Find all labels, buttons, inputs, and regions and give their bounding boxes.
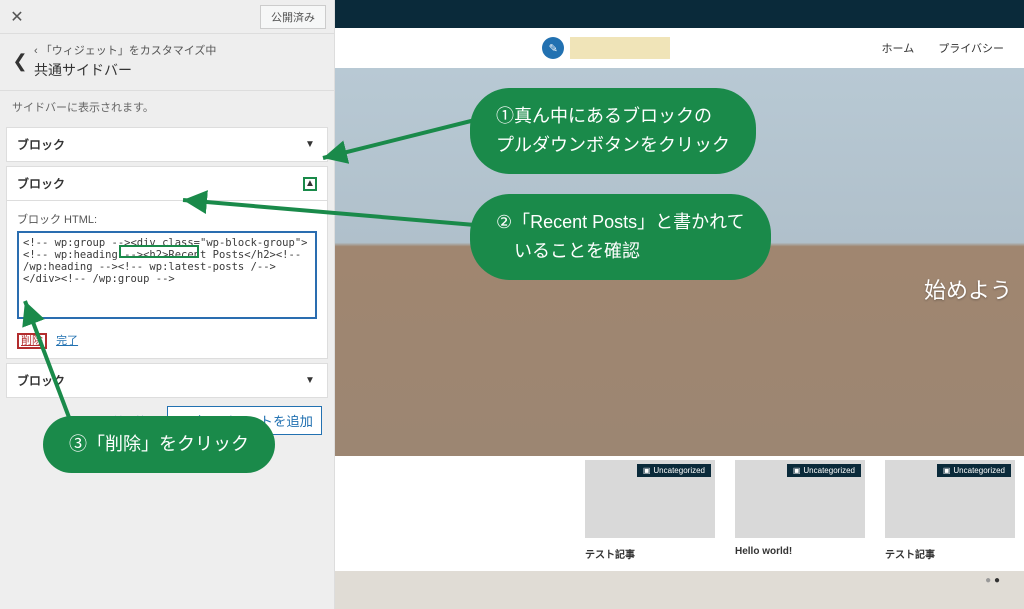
folder-icon: ▣ xyxy=(943,466,951,475)
chevron-up-icon: ▲ xyxy=(303,177,317,191)
delete-link[interactable]: 削除 xyxy=(17,333,47,349)
widget-actions: 削除 完了 xyxy=(17,332,317,348)
panel-description: サイドバーに表示されます。 xyxy=(0,91,334,123)
logo-placeholder xyxy=(570,37,670,59)
carousel-dots[interactable]: ● ● xyxy=(335,571,1024,586)
post-cards: ▣Uncategorized テスト記事 ▣Uncategorized Hell… xyxy=(335,456,1024,571)
back-icon[interactable]: ❮ xyxy=(6,47,34,75)
card-thumbnail: ▣Uncategorized xyxy=(885,460,1015,538)
nav-home[interactable]: ホーム xyxy=(882,40,915,56)
annotation-1: ①真ん中にあるブロックのプルダウンボタンをクリック xyxy=(470,88,756,174)
chevron-down-icon: ▼ xyxy=(303,374,317,388)
site-logo-area: ✎ xyxy=(355,37,858,59)
widget-label: ブロック xyxy=(17,175,65,192)
done-link[interactable]: 完了 xyxy=(56,335,78,347)
block-html-textarea[interactable] xyxy=(17,231,317,319)
category-tag: ▣Uncategorized xyxy=(937,464,1011,477)
preview-nav: ✎ ホーム プライバシー xyxy=(335,28,1024,68)
nav-privacy[interactable]: プライバシー xyxy=(938,40,1004,56)
close-icon[interactable]: ✕ xyxy=(0,0,34,34)
panel-title: 共通サイドバー xyxy=(34,60,216,80)
widget-header[interactable]: ブロック ▲ xyxy=(6,166,328,201)
customizer-sidebar: ✕ 公開済み ❮ ‹ 「ウィジェット」をカスタマイズ中 共通サイドバー サイドバ… xyxy=(0,0,335,609)
card-thumbnail: ▣Uncategorized xyxy=(585,460,715,538)
sidebar-top-row: ✕ 公開済み xyxy=(0,0,334,34)
card-thumbnail: ▣Uncategorized xyxy=(735,460,865,538)
category-tag: ▣Uncategorized xyxy=(787,464,861,477)
post-card[interactable]: ▣Uncategorized テスト記事 xyxy=(885,460,1015,561)
post-card[interactable]: ▣Uncategorized Hello world! xyxy=(735,460,865,561)
publish-status-button[interactable]: 公開済み xyxy=(260,5,326,29)
widget-body: ブロック HTML: 削除 完了 xyxy=(6,201,328,359)
post-card[interactable]: ▣Uncategorized テスト記事 xyxy=(585,460,715,561)
widget-header[interactable]: ブロック ▼ xyxy=(6,127,328,162)
html-field-label: ブロック HTML: xyxy=(17,211,317,227)
folder-icon: ▣ xyxy=(643,466,651,475)
card-title: テスト記事 xyxy=(885,546,1015,561)
category-tag: ▣Uncategorized xyxy=(637,464,711,477)
annotation-3: ③「削除」をクリック xyxy=(43,416,275,473)
widget-header[interactable]: ブロック ▼ xyxy=(6,363,328,398)
preview-topbar xyxy=(335,0,1024,28)
widget-label: ブロック xyxy=(17,136,65,153)
card-title: Hello world! xyxy=(735,546,865,557)
widget-label: ブロック xyxy=(17,372,65,389)
annotation-2: ②「Recent Posts」と書かれて いることを確認 xyxy=(470,194,771,280)
sidebar-header: ❮ ‹ 「ウィジェット」をカスタマイズ中 共通サイドバー xyxy=(0,34,334,91)
chevron-down-icon: ▼ xyxy=(303,138,317,152)
breadcrumb: ‹ 「ウィジェット」をカスタマイズ中 xyxy=(34,42,216,58)
edit-pencil-icon[interactable]: ✎ xyxy=(542,37,564,59)
folder-icon: ▣ xyxy=(793,466,801,475)
card-title: テスト記事 xyxy=(585,546,715,561)
hero-text: 始めよう xyxy=(924,273,1012,305)
